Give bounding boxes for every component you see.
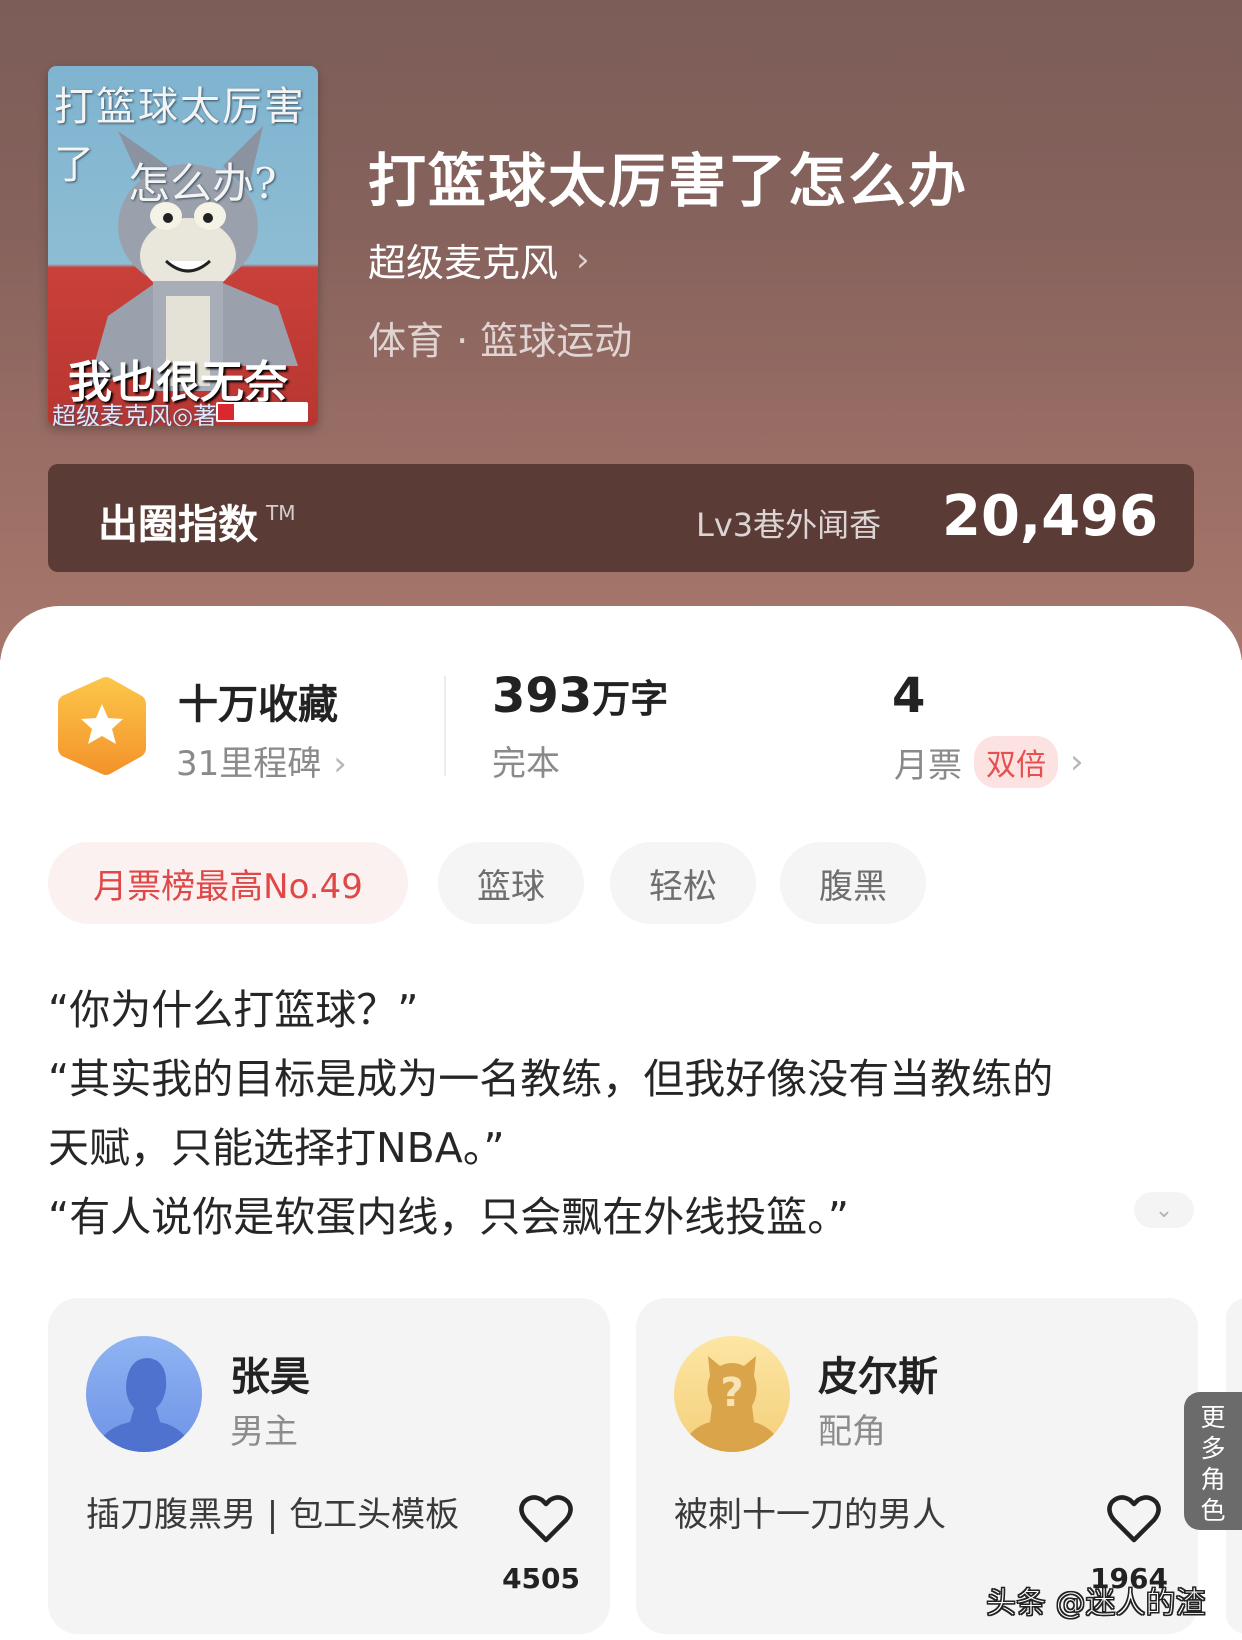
chevron-right-icon: › [576,239,590,280]
book-cover[interactable]: 打篮球太厉害了 怎么办? 我也很无奈啊 超级麦克风◎著 [48,66,318,426]
character-card[interactable]: 张昊 男主 插刀腹黑男 | 包工头模板 4505 [48,1298,610,1634]
milestones-label: 31里程碑 [176,744,322,784]
character-avatar [86,1336,202,1452]
monthly-votes-label: 月票 [894,745,962,786]
heart-icon[interactable] [518,1494,574,1544]
popularity-index-bar[interactable]: 出圈指数 TM Lv3巷外闻香 20,496 › [48,464,1194,572]
book-genre: 体育 · 篮球运动 [368,319,633,363]
favorites-stat: 十万收藏 [178,682,338,728]
character-description: 插刀腹黑男 | 包工头模板 [86,1495,460,1535]
milestones-link[interactable]: 31里程碑 › [176,736,347,785]
expand-synopsis-button[interactable]: ⌄ [1134,1192,1194,1228]
index-level: Lv3巷外闻香 [696,506,882,544]
synopsis-line: “其实我的目标是成为一名教练，但我好像没有当教练的 [48,1055,1054,1103]
svg-text:?: ? [720,1370,743,1416]
cover-author: 超级麦克风◎著 [52,402,217,426]
heart-icon[interactable] [1106,1494,1162,1544]
like-count: 4505 [502,1562,580,1595]
synopsis-line: “你为什么打篮球？” [48,986,419,1034]
book-title: 打篮球太厉害了怎么办 [368,147,969,215]
tag-scheming[interactable]: 腹黑 [780,842,926,924]
watermark: 头条 @迷人的渣 [986,1586,1207,1622]
synopsis-line: 天赋，只能选择打NBA。” [48,1124,505,1172]
character-role: 配角 [818,1412,886,1452]
cover-title-line2: 怎么办? [128,159,277,208]
monthly-votes-link[interactable]: 月票 双倍 › [894,736,1084,788]
star-badge-icon [58,677,146,775]
publisher-logo [216,402,308,422]
chevron-right-icon: › [1122,486,1141,540]
tag-basketball[interactable]: 篮球 [438,842,584,924]
author-name: 超级麦克风 [368,241,559,285]
more-characters-button[interactable]: 更 多 角 色 [1184,1392,1242,1530]
character-avatar: ? [674,1336,790,1452]
double-votes-badge: 双倍 [974,736,1058,788]
character-description: 被刺十一刀的男人 [674,1495,946,1535]
character-role: 男主 [230,1412,298,1452]
author-link[interactable]: 超级麦克风 › [368,232,590,287]
completion-status: 完本 [492,744,560,784]
chevron-right-icon: › [1070,742,1084,782]
character-name: 张昊 [230,1354,310,1400]
monthly-votes-count: 4 [892,668,926,724]
stat-divider [444,676,446,776]
word-count-stat: 393万字 [492,668,669,724]
chevron-down-icon: ⌄ [1154,1197,1174,1223]
book-synopsis: “你为什么打篮球？” “其实我的目标是成为一名教练，但我好像没有当教练的 天赋，… [48,976,1198,1252]
chevron-right-icon: › [333,744,347,784]
trademark-mark: TM [266,501,296,525]
synopsis-line: “有人说你是软蛋内线，只会飘在外线投篮。” [48,1193,849,1241]
character-name: 皮尔斯 [818,1354,938,1400]
tag-rank[interactable]: 月票榜最高No.49 [48,842,408,924]
tag-relaxed[interactable]: 轻松 [610,842,756,924]
index-label: 出圈指数 TM [98,501,296,548]
